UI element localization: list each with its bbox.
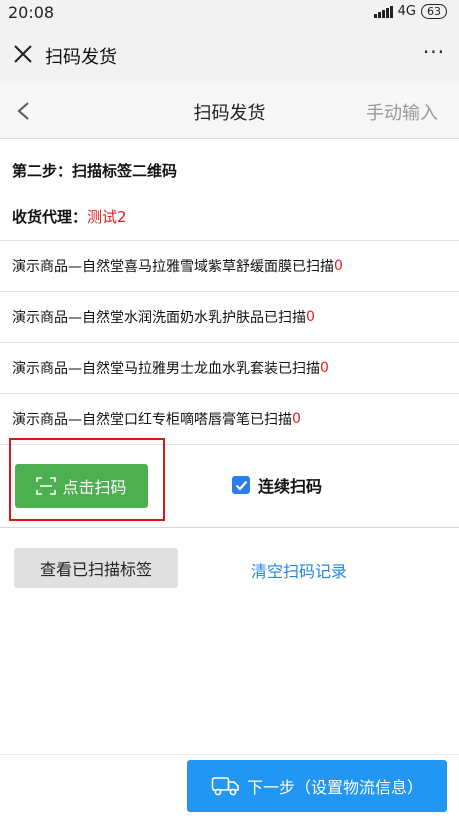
continuous-scan[interactable]: 连续扫码 — [232, 473, 322, 497]
next-step-label: 下一步（设置物流信息） — [246, 778, 423, 797]
product-name: 演示商品—自然堂马拉雅男士龙血水乳套装 — [12, 361, 278, 377]
product-list: 演示商品—自然堂喜马拉雅雪域紫草舒缓面膜 已扫描 0 演示商品—自然堂水润洗面奶水乳… — [0, 240, 459, 444]
battery-icon: 63 — [421, 4, 447, 19]
page-nav-bar: 扫码发货 手动输入 — [0, 84, 459, 139]
status-indicators: 4G 63 — [373, 4, 447, 19]
agent-label: 收货代理： — [12, 208, 88, 226]
continuous-scan-label: 连续扫码 — [258, 477, 323, 496]
product-name: 演示商品—自然堂水润洗面奶水乳护肤品 — [12, 310, 264, 326]
list-item: 演示商品—自然堂口红专柜嘀嗒唇膏笔 已扫描 0 — [0, 393, 459, 444]
product-name: 演示商品—自然堂口红专柜嘀嗒唇膏笔 — [12, 412, 250, 428]
agent-row: 收货代理：测试2 — [12, 206, 127, 227]
status-time: 20:08 — [8, 3, 55, 22]
view-scanned-button[interactable]: 查看已扫描标签 — [14, 548, 178, 588]
wechat-title: 扫码发货 — [45, 47, 117, 68]
step-title: 第二步：扫描标签二维码 — [12, 162, 178, 180]
status-bar: 20:08 4G 63 — [0, 0, 459, 28]
scan-count: 0 — [320, 360, 329, 376]
agent-value: 测试2 — [87, 208, 127, 226]
list-item: 演示商品—自然堂马拉雅男士龙血水乳套装 已扫描 0 — [0, 342, 459, 393]
highlight-frame — [9, 438, 165, 521]
check-icon — [235, 480, 247, 491]
list-item: 演示商品—自然堂喜马拉雅雪域紫草舒缓面膜 已扫描 0 — [0, 240, 459, 291]
list-item: 演示商品—自然堂水润洗面奶水乳护肤品 已扫描 0 — [0, 291, 459, 342]
scan-count: 0 — [292, 411, 301, 427]
scan-status: 已扫描 — [278, 361, 320, 377]
scan-status: 已扫描 — [264, 310, 306, 326]
scan-status: 已扫描 — [292, 259, 334, 275]
signal-icon — [373, 5, 393, 18]
more-icon[interactable]: ··· — [423, 40, 445, 64]
truck-icon — [211, 777, 239, 796]
network-type: 4G — [397, 4, 416, 19]
scan-status: 已扫描 — [250, 412, 292, 428]
continuous-scan-checkbox[interactable] — [232, 476, 250, 494]
manual-input-button[interactable]: 手动输入 — [366, 99, 438, 125]
clear-records-link[interactable]: 清空扫码记录 — [251, 558, 347, 582]
wechat-header: 扫码发货 ··· — [0, 28, 459, 84]
next-step-button[interactable]: 下一步（设置物流信息） — [187, 760, 447, 812]
scan-count: 0 — [334, 258, 343, 274]
close-icon[interactable] — [10, 41, 36, 67]
product-name: 演示商品—自然堂喜马拉雅雪域紫草舒缓面膜 — [12, 259, 292, 275]
scan-count: 0 — [306, 309, 315, 325]
